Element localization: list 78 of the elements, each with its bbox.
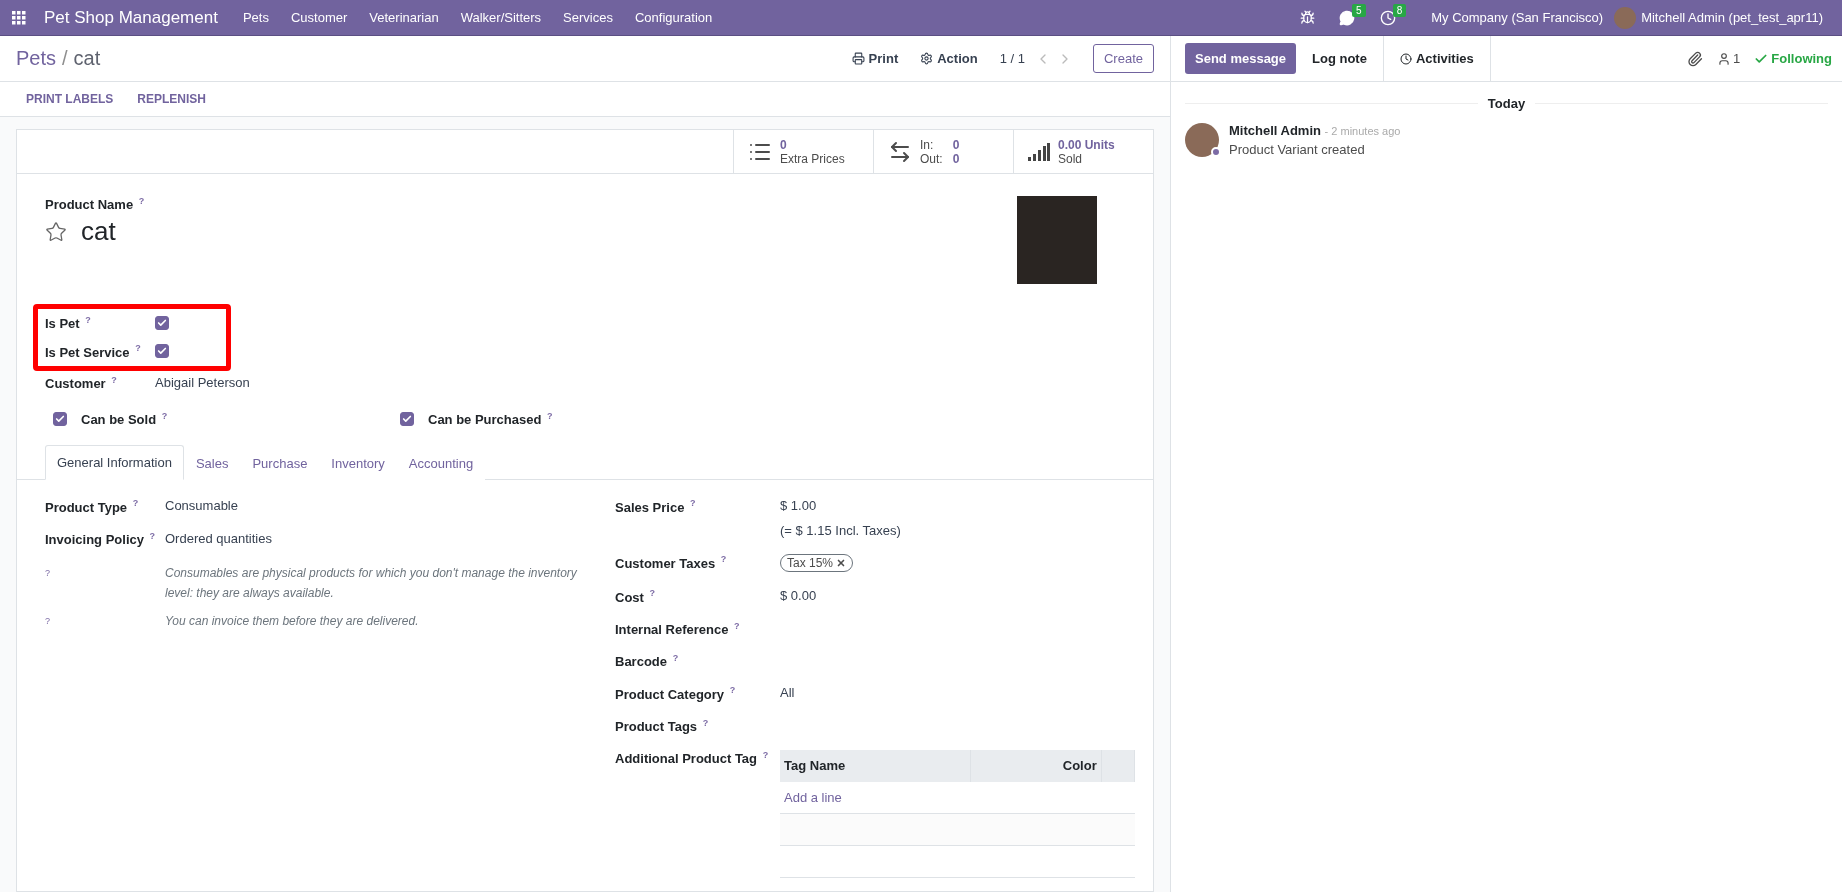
field-label: Product Tags $^{?}$ [615,717,710,734]
message-time: - 2 minutes ago [1324,125,1401,137]
clock-icon [1399,52,1412,65]
transfer-icon [888,139,912,164]
author-name: Mitchell Admin [1229,123,1321,138]
menu-item[interactable]: Walker/Sitters [449,10,553,25]
printer-icon [851,52,865,65]
field-label: Product Name $^{?}$ [45,196,145,213]
star-icon[interactable] [45,220,67,243]
field-value: Ordered quantities [165,530,272,546]
field-value: All [780,685,795,701]
messages-icon[interactable] [1339,9,1356,26]
add-line-link[interactable]: Add a line [784,789,842,805]
debug-icon[interactable] [1300,10,1316,25]
help-mark: ? [45,566,51,580]
help-mark: ? [45,614,51,628]
menu-item[interactable]: Pets [231,10,280,25]
user-avatar [1614,6,1637,29]
app-name: Pet Shop Management [43,7,219,28]
gear-icon [920,52,934,65]
field-label: Is Pet Service $^{?}$ [45,343,142,360]
field-value: $ 0.00 [780,588,817,604]
action-bar-button[interactable]: REPLENISH [125,92,219,106]
field-value: Consumable [165,498,238,514]
field-label: Product Type $^{?}$ [45,498,140,515]
breadcrumb-current: cat [73,47,101,70]
help-text: You can invoice them before they are delivered. [165,612,419,630]
company-name[interactable]: My Company (San Francisco) [1420,10,1615,25]
field-label: Product Category $^{?}$ [615,685,737,702]
print-button[interactable]: Print [851,51,899,66]
checkbox[interactable] [400,412,414,427]
remove-icon[interactable] [836,558,847,569]
author-avatar [1185,123,1219,157]
person-icon [1717,51,1732,66]
action-button[interactable]: Action [920,51,978,66]
menu-item[interactable]: Customer [279,10,359,25]
field-label: Is Pet $^{?}$ [45,315,92,332]
pager-value: 1 / 1 [999,51,1025,66]
column-header: Color [971,749,1102,782]
send-message-button[interactable]: Send message [1185,43,1297,74]
field-value: Abigail Peterson [155,375,250,391]
action-bar-button[interactable]: PRINT LABELS [14,92,126,106]
checkbox-label: Can be Sold $^{?}$ [81,411,168,428]
column-header: Tag Name [780,749,972,782]
date-separator: Today [1487,96,1526,111]
menu-item[interactable]: Services [552,10,624,25]
menu-item[interactable]: Veterinarian [358,10,450,25]
field-value: $ 1.00 [780,498,817,514]
field-label: Additional Product Tag $^{?}$ [615,749,770,767]
help-text: Consumables are physical products for which you don't manage the inventory level: they are always available. [165,564,578,602]
followers-button[interactable]: 1 [1717,51,1741,66]
tab[interactable]: General Information [45,445,184,481]
checkbox[interactable] [53,412,67,427]
breadcrumb-separator: / [62,47,68,70]
count-badge: 5 [1352,4,1366,17]
field-label: Customer Taxes $^{?}$ [615,554,728,571]
field-label: Barcode $^{?}$ [615,652,680,670]
breadcrumb-link[interactable]: Pets [16,47,57,70]
field-label: Invoicing Policy $^{?}$ [45,530,157,547]
following-button[interactable]: Following [1754,51,1832,66]
create-button[interactable]: Create [1092,44,1154,73]
checkbox-label: Can be Purchased $^{?}$ [428,411,553,428]
checkbox[interactable] [155,316,169,331]
field-note: (= $ 1.15 Incl. Taxes) [780,523,901,539]
user-menu[interactable]: Mitchell Admin (pet_test_apr11) [1636,10,1834,25]
apps-menu-icon[interactable] [12,10,26,25]
field-label: Internal Reference $^{?}$ [615,620,741,637]
count-badge: 8 [1392,4,1407,17]
field-label: Sales Price $^{?}$ [615,498,697,515]
menu-item[interactable]: Configuration [623,10,724,25]
message-body: Product Variant created [1229,142,1366,157]
checkbox[interactable] [155,344,169,359]
field-label: Cost $^{?}$ [615,588,656,605]
field-label: Customer $^{?}$ [45,374,118,391]
product-name: cat [81,216,116,248]
attachment-icon[interactable] [1687,50,1704,67]
bar-chart-icon [1028,142,1050,161]
clock-icon[interactable] [1379,9,1396,26]
